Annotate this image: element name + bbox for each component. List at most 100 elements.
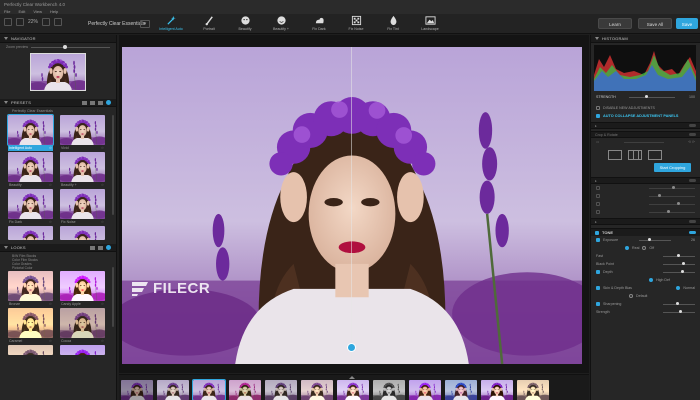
preset-thumbnail[interactable] [60,226,105,240]
panel-toggle-switch[interactable] [689,124,696,127]
preset-thumbnail[interactable] [60,152,105,182]
panel-toggle-switch[interactable] [689,179,696,182]
fast-slider[interactable] [663,254,695,257]
tone-enable-checkbox[interactable] [595,230,599,235]
filmstrip-thumbnail[interactable] [229,380,261,400]
sharpening-checkbox[interactable] [596,302,600,306]
look-item[interactable]: Candy Apple ☆ [60,271,105,307]
presets-scrollbar[interactable] [112,115,114,215]
radio-real[interactable] [625,246,629,250]
setting-slider[interactable] [649,194,695,197]
star-icon[interactable]: ☆ [101,339,104,343]
image-canvas[interactable]: FILECR [119,35,589,373]
radio-high-def[interactable] [649,278,653,282]
preset-item[interactable] [8,226,53,240]
filmstrip-thumbnail[interactable] [301,380,333,400]
look-item[interactable]: Cocoa ☆ [60,308,105,344]
auto-collapse-row[interactable]: AUTO COLLAPSE ADJUSTMENT PANELS [591,112,700,120]
gear-icon[interactable] [98,100,103,105]
filmstrip-thumbnail[interactable] [445,380,477,400]
menu-help[interactable]: Help [50,9,58,14]
learn-button[interactable]: Learn [598,18,632,29]
split-handle[interactable] [347,343,356,352]
tone-toggle-switch[interactable] [689,231,696,234]
filmstrip-thumbnail[interactable] [373,380,405,400]
disable-new-row[interactable]: DISABLE NEW ADJUSTMENTS [591,104,700,112]
slider-knob[interactable] [648,238,652,241]
preset-thumbnail[interactable] [8,226,53,240]
slider-knob[interactable] [679,310,682,313]
look-thumbnail[interactable] [60,308,105,338]
depth-checkbox[interactable] [596,270,600,274]
slider-knob[interactable] [62,44,67,49]
look-item[interactable] [8,345,53,355]
exposure-value[interactable]: 26 [691,238,695,242]
tone-header[interactable]: TONE [591,228,700,236]
before-after-split-line[interactable] [351,47,352,364]
preset-thumbnail[interactable] [8,152,53,182]
navigator-thumbnail[interactable] [30,53,86,91]
depth-slider[interactable] [663,270,695,273]
slider-knob[interactable] [675,302,679,305]
looks-category[interactable]: Pictorial Color [12,266,104,270]
active-preset-name[interactable]: Perfectly Clear Essentials [88,21,145,27]
preset-thumbnail[interactable] [60,115,105,145]
black-point-slider[interactable] [663,262,695,265]
preset-item[interactable]: Beautify + ☆ [60,152,105,188]
looks-header[interactable]: LOOKS [0,244,116,252]
strength-slider[interactable] [629,95,676,98]
radio-default[interactable] [629,294,633,298]
skin-depth-checkbox[interactable] [596,286,600,290]
look-thumbnail[interactable] [8,308,53,338]
preset-item[interactable]: Beautify ☆ [8,152,53,188]
look-item[interactable]: Bronze ☆ [8,271,53,307]
zoom-level[interactable]: 22% [28,19,38,25]
start-cropping-button[interactable]: Start Cropping [654,163,691,172]
preset-category[interactable]: Perfectly Clear Essentials [0,107,116,115]
compare-icon[interactable] [16,18,24,26]
preset-item[interactable]: Fix Dark ☆ [8,189,53,225]
list-view-icon[interactable] [82,100,87,105]
main-photo[interactable]: FILECR [122,47,582,364]
star-icon[interactable]: ☆ [101,302,104,306]
auto-collapse-checkbox[interactable] [596,114,600,118]
star-icon[interactable]: ☆ [49,302,52,306]
setting-slider[interactable] [649,210,695,213]
disable-new-checkbox[interactable] [596,106,600,110]
preset-thumbnail[interactable] [7,114,54,146]
crop-portrait-icon[interactable] [648,150,662,160]
help-icon[interactable] [106,100,111,105]
filmstrip-thumbnail[interactable] [481,380,513,400]
star-icon[interactable]: ☆ [49,146,52,150]
strength-value[interactable]: 100 [689,95,695,99]
help-icon[interactable] [106,245,111,250]
star-icon[interactable]: ☆ [101,183,104,187]
filmstrip-thumbnail[interactable] [265,380,297,400]
panel-header-collapsed[interactable]: ▸ [591,122,700,129]
star-icon[interactable]: ☆ [49,220,52,224]
sharpening-strength-slider[interactable] [663,310,695,313]
star-icon[interactable]: ☆ [101,146,104,150]
panel-toggle-icon[interactable] [4,18,12,26]
preset-item[interactable]: Fix Noise ☆ [60,189,105,225]
navigator-viewport-frame[interactable] [30,53,86,91]
slider-knob[interactable] [682,262,686,265]
crop-panel-header[interactable]: Crop & Rotate [591,131,700,138]
navigator-header[interactable]: NAVIGATOR [0,35,116,43]
preset-thumbnail[interactable] [60,189,105,219]
slider-knob[interactable] [680,270,684,273]
exposure-checkbox[interactable] [596,238,600,242]
radio-normal[interactable] [676,286,681,290]
look-thumbnail[interactable] [8,271,53,301]
filmstrip-toggle-icon[interactable] [349,376,355,379]
histogram-header[interactable]: HISTOGRAM [591,35,700,43]
setting-slider[interactable] [649,186,695,189]
panel-toggle-switch[interactable] [689,220,696,223]
look-item[interactable] [60,345,105,355]
exposure-slider[interactable] [638,238,671,241]
menu-edit[interactable]: Edit [18,9,25,14]
filmstrip-thumbnail[interactable] [121,380,153,400]
star-icon[interactable]: ☆ [49,183,52,187]
fit-icon[interactable] [42,18,51,26]
look-thumbnail[interactable] [60,271,105,301]
